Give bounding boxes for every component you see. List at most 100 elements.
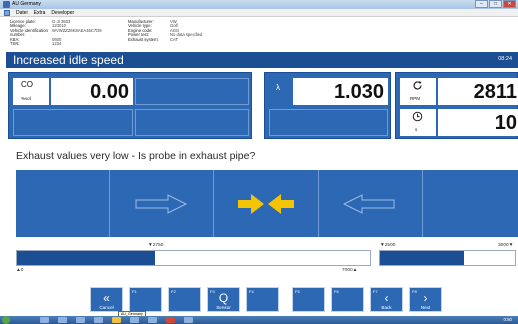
band-divider (422, 170, 423, 237)
f2-button[interactable]: F2 (168, 287, 201, 312)
function-key: F6 (334, 289, 339, 294)
target-range-bar (379, 250, 516, 266)
co-empty-cell-lower-right (135, 109, 249, 136)
app-icon (3, 1, 10, 8)
direction-indicator (16, 170, 518, 237)
info-value: 1234 (52, 41, 62, 47)
lambda-panel: λ 1.030 (264, 72, 391, 139)
lambda-label-box: λ (269, 78, 291, 105)
rpm-label-box: RPM (400, 78, 436, 105)
function-key: F1 (132, 289, 137, 294)
close-button[interactable]: ✕ (503, 0, 516, 8)
minimize-button[interactable]: – (475, 0, 488, 8)
gauge-left-marker: ▼2750 (148, 243, 164, 248)
function-key: F4 (249, 289, 254, 294)
arrow-left-outline-icon (342, 194, 395, 214)
info-value: WVWZZZ6K8AEA46C7D8 (52, 27, 102, 33)
gauge-left-min: ▲0 (16, 268, 24, 273)
lambda-empty-cell (269, 109, 388, 136)
taskbar-app-icon[interactable] (130, 317, 139, 323)
gauge-right-high: 3000▼ (498, 243, 514, 248)
target-range-fill (380, 251, 464, 265)
menu-app-icon (4, 9, 10, 16)
taskbar-app-icon[interactable] (112, 317, 121, 323)
page-title: Increased idle speed (13, 53, 124, 67)
timer-value-box: 10 (438, 109, 518, 136)
button-label: Next (420, 305, 431, 310)
vehicle-info: Licence plate: G-JI 3503 Mileage: 123010 V… (10, 19, 510, 51)
rpm-unit: RPM (410, 96, 420, 101)
function-key: F5 (295, 289, 300, 294)
vehicle-info-right: Manufacturer: VW Vehicle type: Golf Engine… (128, 19, 230, 42)
vehicle-info-left: Licence plate: G-JI 3503 Mileage: 123010 V… (10, 19, 112, 47)
taskbar-app-icon[interactable] (58, 317, 67, 323)
title-bar: AU Germany – □ ✕ (0, 0, 518, 9)
co-label-box: CO %vol (13, 78, 49, 105)
taskbar-clock: 0:50 (503, 317, 512, 322)
chevron-left-icon: ‹ (384, 291, 389, 305)
co-label: CO (21, 80, 33, 89)
lambda-value: 1.030 (333, 81, 384, 103)
chevron-right-icon: › (423, 291, 428, 305)
window-controls: – □ ✕ (475, 0, 516, 8)
header-time: 08:24 (498, 56, 512, 62)
co-value: 0.00 (90, 81, 129, 103)
taskbar-app-icon[interactable] (40, 317, 49, 323)
sensor-button[interactable]: F3 Q Sensor (207, 287, 240, 312)
menu-item-datei[interactable]: Datei (16, 10, 28, 16)
co-empty-cell (135, 78, 249, 105)
function-key: F2 (171, 289, 176, 294)
gauge-right-low: ▼2500 (380, 243, 396, 248)
taskbar-app-icon[interactable] (184, 317, 193, 323)
page-header: Increased idle speed 08:24 (6, 52, 518, 68)
taskbar-app-icon[interactable] (148, 317, 157, 323)
rpm-value: 2811 (473, 81, 517, 103)
taskbar-app-icon[interactable] (94, 317, 103, 323)
clock-icon (412, 111, 423, 122)
f1-button[interactable]: F1 (129, 287, 162, 312)
co-panel: CO %vol 0.00 (8, 72, 252, 139)
timer-value: 10 (494, 112, 517, 134)
timer-label-box: s (400, 109, 436, 136)
button-label: Cancel (99, 305, 114, 310)
menu-item-developer[interactable]: Developer (51, 10, 74, 16)
f5-button[interactable]: F5 (292, 287, 325, 312)
timer-unit: s (415, 127, 418, 132)
co-value-box: 0.00 (51, 78, 133, 105)
sensor-icon: Q (218, 291, 229, 305)
cancel-button[interactable]: « Cancel (90, 287, 123, 312)
next-button[interactable]: F8 › Next (409, 287, 442, 312)
maximize-button[interactable]: □ (489, 0, 502, 8)
function-button-row: « Cancel F1 F2 F3 Q Sensor F4 F5 F6 F7 ‹… (0, 287, 518, 313)
arrows-converge-icon (238, 194, 294, 214)
info-key: TSN: (10, 41, 20, 47)
f4-button[interactable]: F4 (246, 287, 279, 312)
band-divider (213, 170, 214, 237)
lambda-value-box: 1.030 (293, 78, 388, 105)
taskbar: 0:50 (0, 316, 518, 324)
back-button[interactable]: F7 ‹ Back (370, 287, 403, 312)
refresh-icon (413, 81, 422, 90)
f6-button[interactable]: F6 (331, 287, 364, 312)
menu-item-extra[interactable]: Extra (34, 10, 46, 16)
start-button[interactable] (2, 316, 10, 324)
taskbar-app-icon[interactable] (76, 317, 85, 323)
window-title: AU Germany (12, 1, 41, 7)
rpm-panel: RPM 2811 s 10 (395, 72, 518, 139)
rpm-gauge-bar (16, 250, 371, 266)
gauge-left-max: 7000▲ (342, 268, 358, 273)
rpm-value-box: 2811 (438, 78, 518, 105)
menu-bar: Datei Extra Developer (0, 9, 518, 17)
arrow-right-outline-icon (135, 194, 188, 214)
band-divider (109, 170, 110, 237)
app-window: AU Germany – □ ✕ Datei Extra Developer L… (0, 0, 518, 324)
info-value: CAT (170, 36, 179, 42)
instruction-message: Exhaust values very low - Is probe in ex… (16, 150, 256, 162)
lambda-label: λ (276, 83, 280, 92)
button-label: Sensor (216, 305, 231, 310)
co-empty-cell-lower-left (13, 109, 133, 136)
rpm-gauge-fill (17, 251, 155, 265)
info-key: Exhaust system: (128, 36, 159, 42)
taskbar-app-icon[interactable] (166, 317, 175, 323)
band-divider (318, 170, 319, 237)
